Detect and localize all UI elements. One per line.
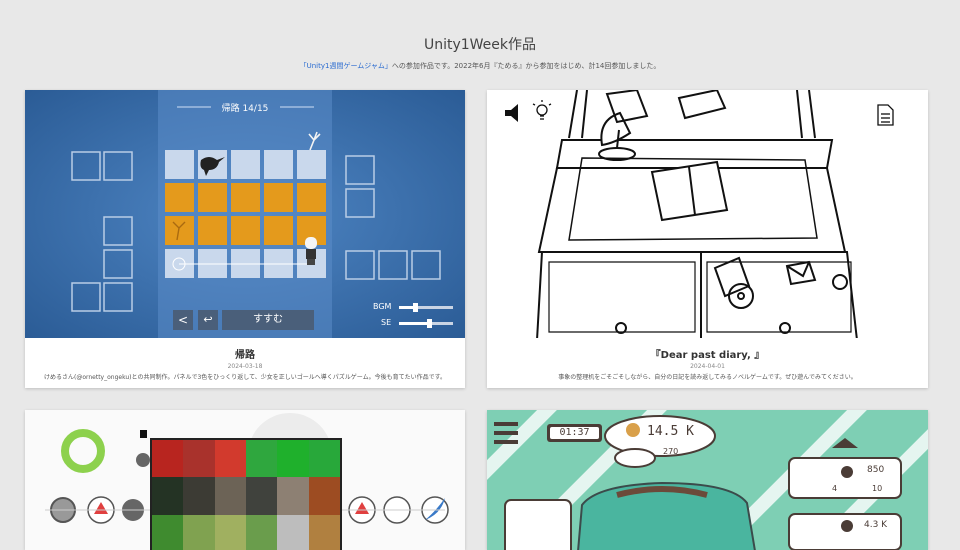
- menu-button[interactable]: [492, 418, 520, 446]
- se-slider-fill: [399, 322, 429, 325]
- card-date: 2024-03-18: [227, 363, 263, 370]
- bgm-slider[interactable]: [399, 303, 453, 312]
- game-card-4[interactable]: 01:37 14.5 K 270 850 4 10 4.3 K: [487, 410, 928, 550]
- gamejam-link[interactable]: 「Unity1週間ゲームジャム」: [300, 62, 392, 70]
- grid-cell[interactable]: [152, 477, 184, 515]
- grid-cell[interactable]: [183, 477, 215, 515]
- grid-cell[interactable]: [152, 514, 184, 550]
- card-date: 2024-04-01: [690, 363, 725, 370]
- grid-cell[interactable]: [246, 514, 278, 550]
- bgm-slider-knob[interactable]: [413, 303, 419, 312]
- grid-cell[interactable]: [152, 440, 184, 478]
- hint-button[interactable]: [531, 98, 553, 122]
- upgrade-card-1[interactable]: [789, 458, 901, 498]
- log-button[interactable]: [873, 102, 897, 128]
- grid-cell[interactable]: [277, 440, 309, 478]
- kiro-game-scene: [25, 90, 465, 338]
- grid-cell[interactable]: [308, 440, 340, 478]
- timer: 01:37: [559, 427, 590, 438]
- undo-button[interactable]: ↩: [198, 310, 218, 330]
- page-title: Unity1Week作品: [423, 37, 537, 53]
- diary-desk-scene: [505, 90, 894, 338]
- upgrade-card-2[interactable]: [789, 514, 901, 550]
- grid-cell[interactable]: [214, 440, 246, 478]
- grid-cell[interactable]: [277, 477, 309, 515]
- grid-cell[interactable]: [246, 477, 278, 515]
- diary-screenshot[interactable]: [487, 90, 928, 338]
- game4-screenshot[interactable]: 01:37 14.5 K 270 850 4 10 4.3 K: [487, 410, 928, 550]
- back-button[interactable]: <: [173, 310, 193, 330]
- color-grid[interactable]: [150, 438, 342, 550]
- intro-body: への参加作品です。2022年6月『ためる』から参加をはじめ、計14回参加しました…: [391, 62, 661, 70]
- grid-cell[interactable]: [214, 514, 246, 550]
- grid-cell[interactable]: [183, 514, 215, 550]
- grid-cell[interactable]: [277, 514, 309, 550]
- grid-cell[interactable]: [246, 440, 278, 478]
- se-slider-knob[interactable]: [426, 319, 432, 328]
- se-label: SE: [381, 318, 392, 327]
- card-description: 事象の整理机をごそごそしながら、自分の日記を読み返してみるノベルゲームです。ぜひ…: [558, 374, 857, 381]
- fans-count: 270: [663, 447, 679, 456]
- se-slider[interactable]: [399, 319, 453, 328]
- kiro-screenshot[interactable]: 帰路 14/15 < ↩ すすむ BGM SE: [25, 90, 465, 338]
- money-display: 14.5 K: [647, 424, 694, 439]
- grid-cell[interactable]: [308, 514, 340, 550]
- card-title[interactable]: 帰路: [25, 346, 465, 361]
- stage-label: 帰路 14/15: [221, 104, 269, 114]
- game-card-3[interactable]: [25, 410, 465, 550]
- card-title[interactable]: 『Dear past diary, 』: [487, 346, 928, 361]
- grid-cell[interactable]: [183, 440, 215, 478]
- game3-screenshot[interactable]: [25, 410, 465, 550]
- game-card-diary[interactable]: 『Dear past diary, 』 2024-04-01 事象の整理机をごそ…: [487, 90, 928, 388]
- next-button[interactable]: すすむ: [222, 310, 314, 330]
- card-description: けめるさん(@ornetty_ongeku)との共同制作。パネルで3色をひっくり…: [43, 374, 447, 381]
- flag-icon: [140, 430, 147, 438]
- intro-text: 「Unity1週間ゲームジャム」への参加作品です。2022年6月『ためる』から参…: [0, 61, 960, 71]
- grid-cell[interactable]: [308, 477, 340, 515]
- bgm-label: BGM: [373, 302, 392, 311]
- sound-toggle-button[interactable]: [501, 100, 523, 122]
- grid-cell[interactable]: [214, 477, 246, 515]
- game-card-kiro[interactable]: 帰路 14/15 < ↩ すすむ BGM SE 帰路 2024-03-18 けめ…: [25, 90, 465, 388]
